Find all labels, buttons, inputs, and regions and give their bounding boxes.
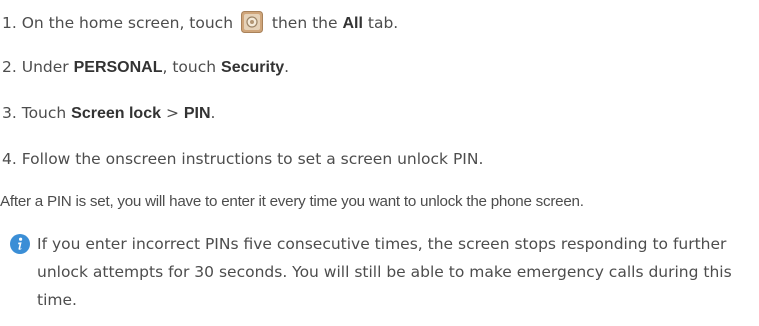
step-text: then the [271, 14, 338, 32]
step-text: , touch [162, 58, 217, 76]
step-text: Under [21, 58, 69, 76]
step-text: Touch [21, 104, 67, 122]
step-text: . [284, 58, 290, 76]
section-name: PERSONAL [73, 59, 163, 76]
step-text: On the home screen, touch [21, 14, 234, 32]
step-4: 4. Follow the onscreen instructions to s… [2, 149, 483, 169]
menu-item-name: PIN [183, 105, 211, 122]
info-paragraph: After a PIN is set, you will have to ent… [0, 193, 584, 210]
path-separator: > [165, 104, 179, 122]
step-text: tab. [367, 14, 399, 32]
tab-name: All [342, 15, 363, 32]
info-icon [10, 234, 30, 254]
menu-item-name: Security [221, 59, 285, 76]
instruction-page: 1. On the home screen, touch then the Al… [0, 0, 759, 326]
menu-item-name: Screen lock [71, 105, 161, 122]
note-text: If you enter incorrect PINs five consecu… [37, 235, 732, 309]
step-number: 3. [2, 104, 17, 122]
step-text: . [210, 104, 216, 122]
step-number: 2. [2, 58, 17, 76]
step-number: 1. [2, 14, 17, 32]
step-number: 4. [2, 150, 17, 168]
step-3: 3. Touch Screen lock > PIN. [2, 103, 215, 124]
step-2: 2. Under PERSONAL, touch Security. [2, 57, 289, 78]
settings-app-icon [240, 11, 263, 33]
step-text: Follow the onscreen instructions to set … [21, 150, 484, 168]
step-1: 1. On the home screen, touch then the Al… [2, 11, 398, 34]
